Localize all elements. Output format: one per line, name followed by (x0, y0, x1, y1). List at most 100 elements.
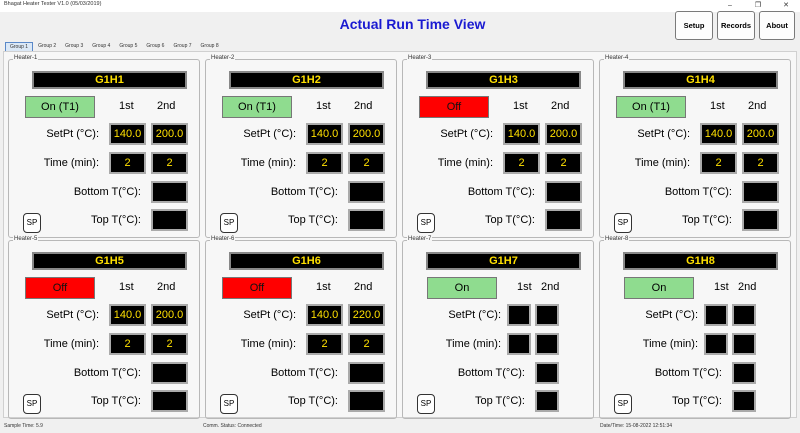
sp-button[interactable]: SP (220, 213, 238, 233)
status-bar: Sample Time: 5.9 Comm. Status: Connected… (0, 420, 800, 433)
first-header: 1st (119, 281, 134, 293)
tab-group-8[interactable]: Group 8 (197, 42, 223, 51)
time-1st-value: 2 (503, 152, 540, 174)
heater-panel: Heater-4 G1H4 On (T1) 1st 2nd SetPt (°C)… (599, 55, 791, 238)
top-temp-value (151, 390, 188, 412)
bottom-temp-label: Bottom T(°C): (73, 186, 141, 198)
time-1st-value (704, 333, 728, 355)
heater-legend: Heater-8 (604, 236, 630, 242)
about-button[interactable]: About (759, 11, 795, 40)
time-label: Time (min): (445, 338, 501, 350)
heater-status-button[interactable]: Off (25, 277, 95, 299)
bottom-temp-value (732, 362, 756, 384)
first-header: 1st (119, 100, 134, 112)
sp-button[interactable]: SP (23, 394, 41, 414)
top-temp-value (535, 390, 559, 412)
heater-legend: Heater-5 (13, 236, 39, 242)
heater-status-button[interactable]: On (T1) (616, 96, 686, 118)
tab-group-7[interactable]: Group 7 (169, 42, 195, 51)
setpt-1st-value: 140.0 (109, 123, 146, 145)
bottom-temp-value (151, 181, 188, 203)
heater-status-button[interactable]: Off (222, 277, 292, 299)
time-2nd-value: 2 (742, 152, 779, 174)
bottom-temp-value (535, 362, 559, 384)
heater-status-button[interactable]: On (T1) (25, 96, 95, 118)
second-header: 2nd (157, 100, 176, 112)
sp-button[interactable]: SP (614, 213, 632, 233)
setpt-2nd-value: 220.0 (348, 304, 385, 326)
tab-group-5[interactable]: Group 5 (115, 42, 141, 51)
second-header: 2nd (738, 281, 757, 293)
bottom-temp-value (545, 181, 582, 203)
time-1st-value: 2 (109, 333, 146, 355)
setpt-2nd-value: 200.0 (545, 123, 582, 145)
heater-legend: Heater-6 (210, 236, 236, 242)
time-1st-value (507, 333, 531, 355)
sp-button[interactable]: SP (23, 213, 41, 233)
heater-panel: Heater-7 G1H7 On 1st 2nd SetPt (°C): Tim… (402, 236, 594, 419)
setpt-2nd-value (535, 304, 559, 326)
first-header: 1st (710, 100, 725, 112)
bottom-temp-label: Bottom T(°C): (270, 186, 338, 198)
top-temp-value (348, 209, 385, 231)
heater-legend: Heater-3 (407, 55, 433, 61)
setpt-label: SetPt (°C): (46, 309, 99, 321)
top-temp-label: Top T(°C): (484, 214, 535, 226)
heater-status-button[interactable]: On (624, 277, 694, 299)
time-2nd-value (535, 333, 559, 355)
tab-group-2[interactable]: Group 2 (34, 42, 60, 51)
setup-button[interactable]: Setup (675, 11, 713, 40)
top-temp-label: Top T(°C): (681, 214, 732, 226)
setpt-1st-value: 140.0 (306, 304, 343, 326)
top-temp-label: Top T(°C): (90, 214, 141, 226)
top-temp-label: Top T(°C): (90, 395, 141, 407)
setpt-label: SetPt (°C): (637, 128, 690, 140)
heater-panel: Heater-5 G1H5 Off 1st 2nd SetPt (°C): 14… (8, 236, 200, 419)
top-temp-value (151, 209, 188, 231)
heater-legend: Heater-2 (210, 55, 236, 61)
top-temp-label: Top T(°C): (287, 395, 338, 407)
tab-group-4[interactable]: Group 4 (88, 42, 114, 51)
time-label: Time (min): (43, 157, 99, 169)
first-header: 1st (316, 100, 331, 112)
heater-name: G1H4 (623, 71, 778, 89)
bottom-temp-label: Bottom T(°C): (467, 186, 535, 198)
top-temp-value (545, 209, 582, 231)
sp-button[interactable]: SP (417, 394, 435, 414)
bottom-temp-label: Bottom T(°C): (664, 186, 732, 198)
records-button[interactable]: Records (717, 11, 755, 40)
time-1st-value: 2 (109, 152, 146, 174)
setpt-label: SetPt (°C): (645, 309, 698, 321)
bottom-temp-label: Bottom T(°C): (73, 367, 141, 379)
comm-status: Comm. Status: Connected (203, 423, 262, 429)
app-title: Bhagat Heater Tester V1.0 (05/03/2019) (4, 1, 102, 7)
heater-name: G1H5 (32, 252, 187, 270)
setpt-2nd-value (732, 304, 756, 326)
tab-group-1[interactable]: Group 1 (5, 42, 34, 51)
top-temp-value (742, 209, 779, 231)
first-header: 1st (513, 100, 528, 112)
heater-legend: Heater-4 (604, 55, 630, 61)
second-header: 2nd (354, 281, 373, 293)
setpt-1st-value: 140.0 (700, 123, 737, 145)
time-2nd-value: 2 (151, 152, 188, 174)
heater-panel: Heater-3 G1H3 Off 1st 2nd SetPt (°C): 14… (402, 55, 594, 238)
bottom-temp-label: Bottom T(°C): (270, 367, 338, 379)
second-header: 2nd (748, 100, 767, 112)
time-2nd-value: 2 (545, 152, 582, 174)
tab-group-3[interactable]: Group 3 (61, 42, 87, 51)
sp-button[interactable]: SP (220, 394, 238, 414)
sp-button[interactable]: SP (417, 213, 435, 233)
heater-name: G1H7 (426, 252, 581, 270)
setpt-1st-value: 140.0 (109, 304, 146, 326)
sp-button[interactable]: SP (614, 394, 632, 414)
setpt-2nd-value: 200.0 (151, 304, 188, 326)
top-temp-label: Top T(°C): (287, 214, 338, 226)
heater-legend: Heater-7 (407, 236, 433, 242)
tab-group-6[interactable]: Group 6 (142, 42, 168, 51)
heater-status-button[interactable]: Off (419, 96, 489, 118)
setpt-label: SetPt (°C): (243, 128, 296, 140)
heater-status-button[interactable]: On (T1) (222, 96, 292, 118)
top-temp-label: Top T(°C): (474, 395, 525, 407)
heater-status-button[interactable]: On (427, 277, 497, 299)
